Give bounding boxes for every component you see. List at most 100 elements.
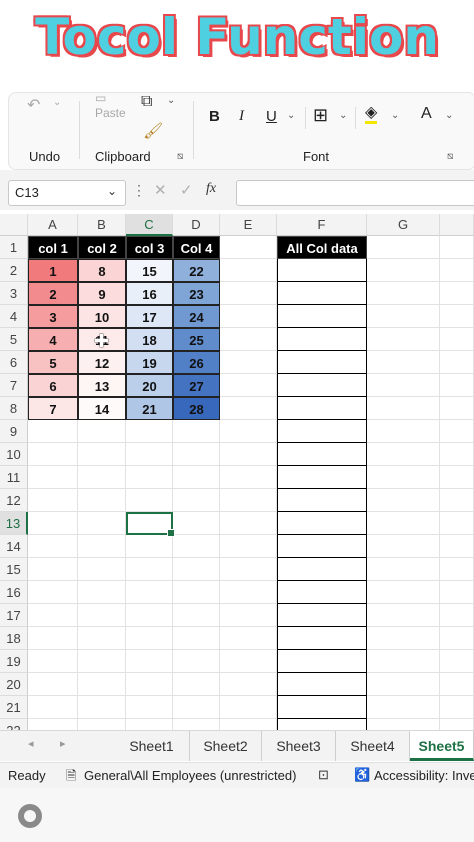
grid-cell[interactable]: [78, 466, 126, 489]
table-cell[interactable]: 27: [173, 374, 220, 397]
result-cell[interactable]: [277, 466, 367, 489]
column-header-c[interactable]: C: [126, 214, 173, 236]
grid-cell[interactable]: [28, 581, 78, 604]
fill-color-dropdown-icon[interactable]: ⌄: [391, 110, 399, 121]
grid-cell[interactable]: [367, 351, 440, 374]
grid-cell[interactable]: [220, 650, 277, 673]
grid-cell[interactable]: [440, 650, 474, 673]
grid-cell[interactable]: [367, 282, 440, 305]
paste-icon[interactable]: ▭: [95, 91, 106, 105]
undo-dropdown-icon[interactable]: ⌄: [53, 97, 61, 108]
table-header-cell[interactable]: col 1: [28, 236, 78, 259]
grid-cell[interactable]: [220, 719, 277, 730]
column-header-f[interactable]: F: [277, 214, 367, 236]
grid-cell[interactable]: [173, 420, 220, 443]
grid-cell[interactable]: [78, 443, 126, 466]
insert-function-button[interactable]: fx: [206, 181, 216, 197]
result-cell[interactable]: [277, 719, 367, 730]
row-header-3[interactable]: 3: [0, 282, 28, 305]
clipboard-launcher-icon[interactable]: ⧅: [177, 151, 183, 162]
table-cell[interactable]: 13: [78, 374, 126, 397]
grid-cell[interactable]: [173, 719, 220, 730]
grid-cell[interactable]: [440, 512, 474, 535]
grid-cell[interactable]: [126, 443, 173, 466]
grid-cell[interactable]: [126, 581, 173, 604]
underline-button[interactable]: U: [266, 108, 277, 125]
table-cell[interactable]: 9: [78, 282, 126, 305]
tab-sheet4[interactable]: Sheet4: [336, 731, 410, 761]
grid-cell[interactable]: [28, 443, 78, 466]
grid-cell[interactable]: [173, 604, 220, 627]
name-box-dropdown-icon[interactable]: ⌄: [107, 184, 117, 198]
grid-cell[interactable]: [126, 466, 173, 489]
table-cell[interactable]: 6: [28, 374, 78, 397]
result-cell[interactable]: [277, 627, 367, 650]
grid-cell[interactable]: [173, 512, 220, 535]
row-header-2[interactable]: 2: [0, 259, 28, 282]
grid-cell[interactable]: [28, 420, 78, 443]
grid-cell[interactable]: [28, 466, 78, 489]
grid-cell[interactable]: [78, 604, 126, 627]
grid-cell[interactable]: [78, 535, 126, 558]
grid-cell[interactable]: [220, 259, 277, 282]
column-header-g[interactable]: G: [367, 214, 440, 236]
grid-cell[interactable]: [440, 328, 474, 351]
result-cell[interactable]: [277, 374, 367, 397]
grid-cell[interactable]: [28, 627, 78, 650]
grid-cell[interactable]: [367, 420, 440, 443]
grid-cell[interactable]: [220, 374, 277, 397]
worksheet-grid[interactable]: A B C D E F G 1 2 3 4 5 6 7 8 9 10 11 12 13 14 15 16 17 18 19 20 21…: [0, 214, 474, 730]
grid-cell[interactable]: [367, 673, 440, 696]
grid-cell[interactable]: [367, 535, 440, 558]
table-cell[interactable]: 17: [126, 305, 173, 328]
grid-cell[interactable]: [367, 696, 440, 719]
grid-cell[interactable]: [440, 443, 474, 466]
row-header-20[interactable]: 20: [0, 673, 28, 696]
macro-record-icon[interactable]: ⊡: [318, 767, 329, 783]
result-cell[interactable]: [277, 558, 367, 581]
table-cell[interactable]: 12: [78, 351, 126, 374]
grid-cell[interactable]: [220, 696, 277, 719]
grid-cell[interactable]: [28, 512, 78, 535]
selected-cell[interactable]: [126, 512, 175, 537]
table-cell[interactable]: 22: [173, 259, 220, 282]
grid-cell[interactable]: [220, 535, 277, 558]
underline-dropdown-icon[interactable]: ⌄: [287, 110, 295, 121]
grid-cell[interactable]: [220, 282, 277, 305]
row-header-8[interactable]: 8: [0, 397, 28, 420]
grid-cell[interactable]: [367, 558, 440, 581]
grid-cell[interactable]: [367, 650, 440, 673]
row-header-18[interactable]: 18: [0, 627, 28, 650]
grid-cell[interactable]: [440, 604, 474, 627]
row-header-16[interactable]: 16: [0, 581, 28, 604]
grid-cell[interactable]: [440, 719, 474, 730]
grid-cell[interactable]: [440, 673, 474, 696]
grid-cell[interactable]: [367, 604, 440, 627]
grid-cell[interactable]: [78, 627, 126, 650]
grid-cell[interactable]: [440, 558, 474, 581]
sensitivity-label[interactable]: General\All Employees (unrestricted): [84, 768, 296, 783]
fill-color-icon[interactable]: ◈: [365, 105, 378, 124]
grid-cell[interactable]: [78, 719, 126, 730]
tab-sheet5[interactable]: Sheet5: [410, 731, 474, 761]
table-cell[interactable]: 19: [126, 351, 173, 374]
italic-button[interactable]: I: [239, 108, 244, 125]
grid-cell[interactable]: [78, 512, 126, 535]
font-launcher-icon[interactable]: ⧅: [447, 151, 453, 162]
result-cell[interactable]: [277, 351, 367, 374]
result-cell[interactable]: [277, 650, 367, 673]
grid-cell[interactable]: [440, 535, 474, 558]
enter-icon[interactable]: ✓: [180, 181, 193, 199]
grid-cell[interactable]: [220, 673, 277, 696]
select-all-corner[interactable]: [0, 214, 28, 236]
row-header-10[interactable]: 10: [0, 443, 28, 466]
table-cell[interactable]: 20: [126, 374, 173, 397]
grid-cell[interactable]: [126, 719, 173, 730]
grid-cell[interactable]: [78, 650, 126, 673]
grid-cell[interactable]: [28, 673, 78, 696]
grid-cell[interactable]: [220, 328, 277, 351]
grid-cell[interactable]: [220, 236, 277, 259]
grid-cell[interactable]: [28, 696, 78, 719]
row-header-12[interactable]: 12: [0, 489, 28, 512]
grid-cell[interactable]: [367, 466, 440, 489]
